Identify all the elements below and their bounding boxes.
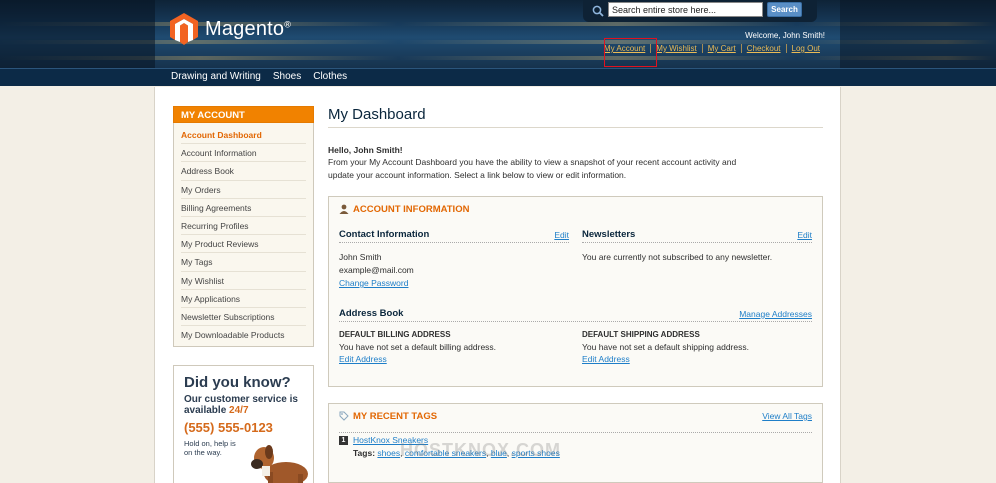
promo-text: Our customer service is available 24/7: [184, 394, 298, 416]
shipping-address-title: DEFAULT SHIPPING ADDRESS: [582, 330, 700, 339]
address-book-section: Address Book Manage Addresses: [339, 308, 812, 322]
billing-address-title: DEFAULT BILLING ADDRESS: [339, 330, 451, 339]
hello-message: Hello, John Smith!: [328, 145, 403, 155]
edit-billing-address-link[interactable]: Edit Address: [339, 354, 569, 364]
highlight-annotation: [604, 38, 657, 67]
contact-name: John Smith: [339, 252, 382, 262]
sidebar-item-my-tags[interactable]: My Tags: [181, 253, 306, 272]
nav-shoes[interactable]: Shoes: [273, 71, 301, 82]
contact-information-title: Contact Information Edit: [339, 229, 569, 243]
contact-email: example@mail.com: [339, 265, 414, 275]
dashboard-content: My Dashboard Hello, John Smith! From you…: [328, 106, 823, 483]
sidebar-title: MY ACCOUNT: [173, 106, 314, 123]
sidebar-item-address-book[interactable]: Address Book: [181, 162, 306, 181]
user-icon: [339, 204, 349, 214]
tag-link-shoes[interactable]: shoes: [377, 448, 400, 458]
recent-tags-header: MY RECENT TAGS View All Tags: [329, 404, 822, 428]
account-sidebar: MY ACCOUNT Account Dashboard Account Inf…: [173, 106, 314, 483]
site-logo[interactable]: Magento®: [170, 13, 291, 45]
tag-item-number: 1: [339, 436, 348, 446]
checkout-link[interactable]: Checkout: [740, 44, 786, 53]
newsletter-status: You are currently not subscribed to any …: [582, 252, 773, 262]
newsletters-title: Newsletters Edit: [582, 229, 812, 243]
my-wishlist-link[interactable]: My Wishlist: [650, 44, 701, 53]
edit-newsletter-link[interactable]: Edit: [797, 230, 812, 240]
search-input[interactable]: [608, 2, 763, 17]
magento-logo-icon: [170, 13, 198, 45]
sidebar-item-my-product-reviews[interactable]: My Product Reviews: [181, 235, 306, 254]
address-book-title: Address Book Manage Addresses: [339, 308, 812, 322]
search-bar: Search: [583, 0, 817, 22]
sidebar-item-my-downloadable-products[interactable]: My Downloadable Products: [181, 326, 306, 344]
log-out-link[interactable]: Log Out: [785, 44, 825, 53]
page-container: MY ACCOUNT Account Dashboard Account Inf…: [154, 87, 841, 483]
sidebar-item-billing-agreements[interactable]: Billing Agreements: [181, 199, 306, 217]
site-header: Magento® Search Welcome, John Smith! My …: [0, 0, 996, 68]
promo-subtext: Hold on, help is on the way.: [184, 439, 236, 457]
welcome-message: Welcome, John Smith!: [745, 31, 825, 40]
sidebar-item-account-dashboard[interactable]: Account Dashboard: [181, 126, 306, 145]
edit-shipping-address-link[interactable]: Edit Address: [582, 354, 812, 364]
contact-details: John Smith example@mail.com Change Passw…: [339, 251, 569, 290]
promo-phone: (555) 555-0123: [184, 420, 273, 435]
sidebar-item-my-orders[interactable]: My Orders: [181, 181, 306, 199]
billing-address-text: You have not set a default billing addre…: [339, 342, 497, 352]
sidebar-item-my-applications[interactable]: My Applications: [181, 290, 306, 308]
watermark: HOSTKNOX.COM: [400, 440, 562, 460]
edit-contact-link[interactable]: Edit: [554, 230, 569, 240]
logo-text: Magento®: [205, 17, 292, 40]
header-shade: [0, 0, 155, 68]
shipping-address-text: You have not set a default shipping addr…: [582, 342, 749, 352]
nav-clothes[interactable]: Clothes: [313, 71, 347, 82]
account-information-header: ACCOUNT INFORMATION: [329, 197, 822, 221]
default-billing-address: DEFAULT BILLING ADDRESS You have not set…: [339, 330, 569, 364]
customer-service-banner[interactable]: Did you know? Our customer service is av…: [173, 365, 314, 483]
manage-addresses-link[interactable]: Manage Addresses: [739, 309, 812, 319]
search-icon: [592, 5, 604, 17]
sidebar-item-recurring-profiles[interactable]: Recurring Profiles: [181, 217, 306, 236]
nav-drawing-and-writing[interactable]: Drawing and Writing: [171, 71, 261, 82]
default-shipping-address: DEFAULT SHIPPING ADDRESS You have not se…: [582, 330, 812, 364]
page-title: My Dashboard: [328, 106, 823, 128]
sidebar-menu: Account Dashboard Account Information Ad…: [173, 123, 314, 348]
sidebar-item-account-information[interactable]: Account Information: [181, 144, 306, 163]
newsletters-section: Newsletters Edit You are currently not s…: [582, 229, 812, 264]
contact-information: Contact Information Edit John Smith exam…: [339, 229, 569, 290]
sidebar-item-my-wishlist[interactable]: My Wishlist: [181, 272, 306, 290]
search-button[interactable]: Search: [767, 2, 802, 17]
promo-heading: Did you know?: [184, 374, 291, 391]
sidebar-item-newsletter-subscriptions[interactable]: Newsletter Subscriptions: [181, 308, 306, 327]
tags-divider: [339, 432, 812, 433]
account-information-box: ACCOUNT INFORMATION Contact Information …: [328, 196, 823, 387]
change-password-link[interactable]: Change Password: [339, 278, 408, 288]
main-nav: Drawing and Writing Shoes Clothes: [0, 68, 996, 86]
tag-icon: [339, 411, 349, 421]
dog-illustration: [251, 445, 308, 483]
header-shade: [840, 0, 996, 68]
dashboard-intro: From your My Account Dashboard you have …: [328, 157, 737, 180]
my-cart-link[interactable]: My Cart: [701, 44, 741, 53]
view-all-tags-link[interactable]: View All Tags: [762, 411, 812, 421]
